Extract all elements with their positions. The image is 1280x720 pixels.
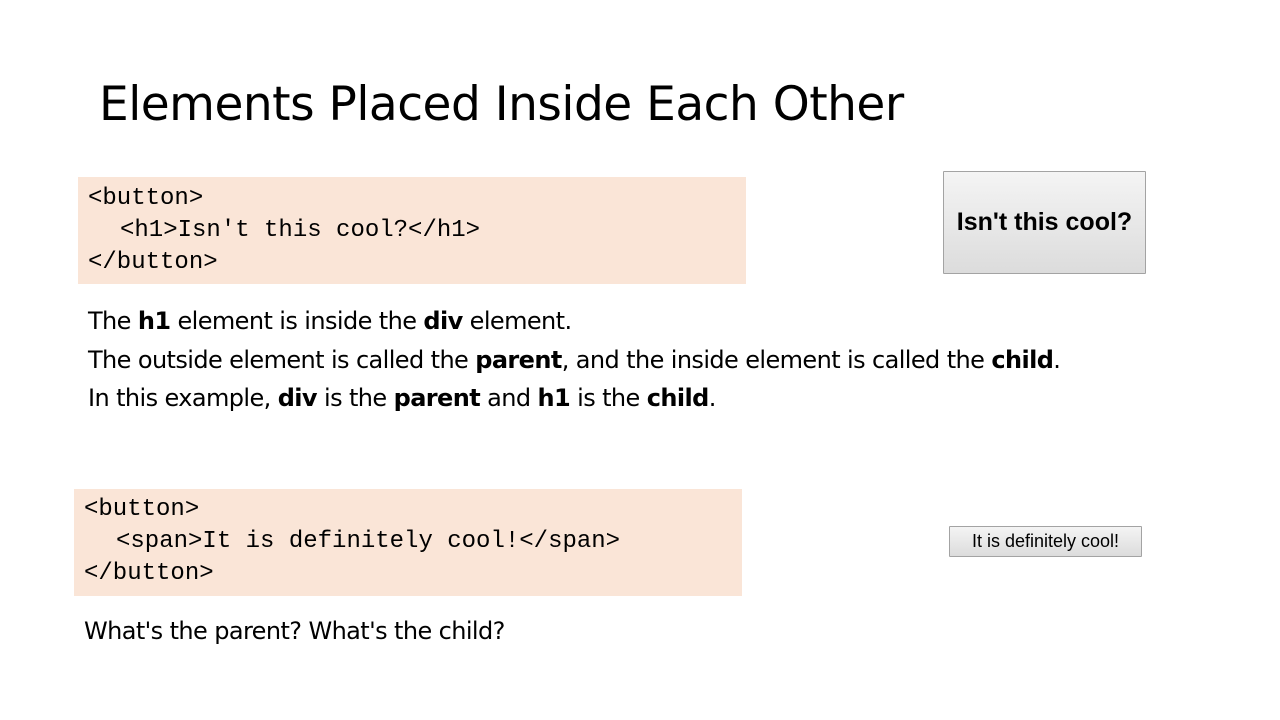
explanation-line-3: In this example, div is the parent and h… bbox=[88, 379, 1060, 418]
code-line: <button> bbox=[88, 185, 204, 212]
text-segment: . bbox=[708, 384, 717, 412]
text-bold: div bbox=[277, 384, 318, 412]
text-segment: , and the inside element is called the bbox=[561, 345, 992, 374]
text-segment: . bbox=[1053, 345, 1061, 374]
text-bold: div bbox=[423, 307, 463, 335]
text-bold: child bbox=[991, 345, 1054, 374]
slide-title: Elements Placed Inside Each Other bbox=[99, 77, 904, 132]
question-text: What's the parent? What's the child? bbox=[84, 617, 505, 645]
code-example-2: <button> <span>It is definitely cool!</sp… bbox=[74, 489, 742, 596]
code-line: <span>It is definitely cool!</span> bbox=[116, 528, 621, 555]
code-example-1: <button> <h1>Isn't this cool?</h1> </butto… bbox=[78, 177, 746, 284]
text-segment: element is inside the bbox=[170, 307, 424, 335]
text-bold: h1 bbox=[537, 384, 571, 412]
text-bold: parent bbox=[475, 345, 562, 374]
demo-button-span[interactable]: It is definitely cool! bbox=[949, 526, 1142, 557]
explanation-line-1: The h1 element is inside the div element… bbox=[88, 302, 1060, 341]
text-bold: child bbox=[646, 384, 710, 412]
text-bold: h1 bbox=[137, 307, 171, 335]
text-segment: is the bbox=[570, 384, 647, 412]
text-segment: The outside element is called the bbox=[88, 345, 476, 374]
code-line: </button> bbox=[88, 249, 218, 276]
text-segment: The bbox=[88, 307, 138, 335]
demo-button-h1-heading: Isn't this cool? bbox=[956, 208, 1133, 236]
code-line: <button> bbox=[84, 496, 200, 523]
code-line: <h1>Isn't this cool?</h1> bbox=[120, 217, 481, 244]
text-segment: In this example, bbox=[88, 384, 278, 412]
demo-button-span-label: It is definitely cool! bbox=[971, 531, 1120, 551]
explanation-line-2: The outside element is called the parent… bbox=[88, 341, 1061, 380]
text-segment: element. bbox=[462, 307, 572, 335]
text-bold: parent bbox=[393, 384, 481, 412]
demo-button-h1[interactable]: Isn't this cool? bbox=[943, 171, 1146, 274]
text-segment: is the bbox=[316, 384, 394, 412]
explanation-text: The h1 element is inside the div element… bbox=[88, 302, 1061, 418]
code-line: </button> bbox=[84, 560, 214, 587]
text-segment: and bbox=[480, 384, 538, 412]
